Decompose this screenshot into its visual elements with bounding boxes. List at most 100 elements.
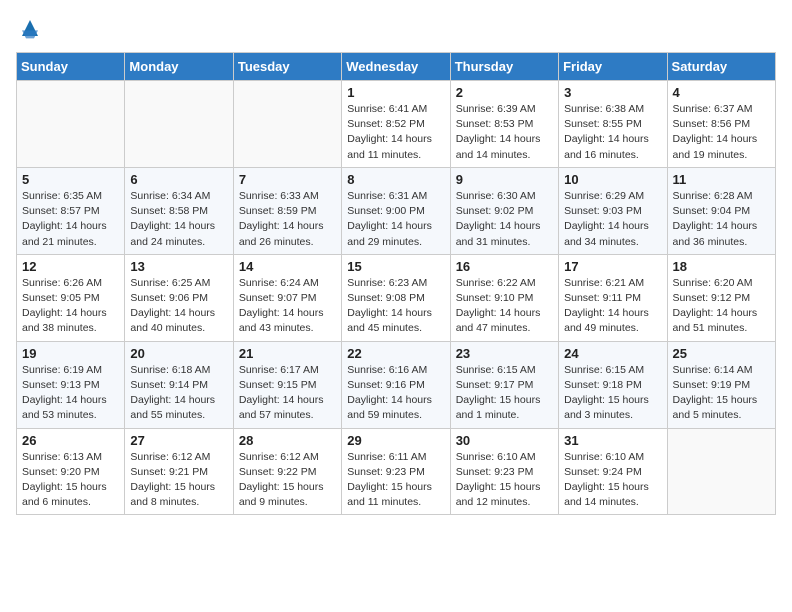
calendar-cell: 8 Sunrise: 6:31 AM Sunset: 9:00 PM Daylig… <box>342 167 450 254</box>
day-of-week-header: Tuesday <box>233 53 341 81</box>
calendar-cell: 19 Sunrise: 6:19 AM Sunset: 9:13 PM Dayli… <box>17 341 125 428</box>
calendar-body: 1 Sunrise: 6:41 AM Sunset: 8:52 PM Daylig… <box>17 81 776 515</box>
day-number: 30 <box>456 433 553 448</box>
day-info: Sunrise: 6:12 AM Sunset: 9:21 PM Dayligh… <box>130 450 227 511</box>
day-number: 21 <box>239 346 336 361</box>
day-info: Sunrise: 6:39 AM Sunset: 8:53 PM Dayligh… <box>456 102 553 163</box>
calendar-cell: 22Sunrise: 6:16 AM Sunset: 9:16 PM Dayli… <box>342 341 450 428</box>
day-info: Sunrise: 6:13 AM Sunset: 9:20 PM Dayligh… <box>22 450 119 511</box>
calendar-cell: 29Sunrise: 6:11 AM Sunset: 9:23 PM Dayli… <box>342 428 450 515</box>
calendar-cell: 3 Sunrise: 6:38 AM Sunset: 8:55 PM Daylig… <box>559 81 667 168</box>
day-info: Sunrise: 6:20 AM Sunset: 9:12 PM Dayligh… <box>673 276 770 337</box>
day-number: 31 <box>564 433 661 448</box>
calendar-week-row: 26 Sunrise: 6:13 AM Sunset: 9:20 PM Dayli… <box>17 428 776 515</box>
day-number: 6 <box>130 172 227 187</box>
day-info: Sunrise: 6:33 AM Sunset: 8:59 PM Dayligh… <box>239 189 336 250</box>
day-number: 9 <box>456 172 553 187</box>
day-number: 17 <box>564 259 661 274</box>
day-number: 24 <box>564 346 661 361</box>
calendar-cell: 28 Sunrise: 6:12 AM Sunset: 9:22 PM Dayli… <box>233 428 341 515</box>
day-info: Sunrise: 6:34 AM Sunset: 8:58 PM Dayligh… <box>130 189 227 250</box>
calendar-cell: 24 Sunrise: 6:15 AM Sunset: 9:18 PM Dayli… <box>559 341 667 428</box>
calendar-cell: 1 Sunrise: 6:41 AM Sunset: 8:52 PM Daylig… <box>342 81 450 168</box>
calendar-week-row: 1 Sunrise: 6:41 AM Sunset: 8:52 PM Daylig… <box>17 81 776 168</box>
day-info: Sunrise: 6:31 AM Sunset: 9:00 PM Dayligh… <box>347 189 444 250</box>
calendar-cell: 4 Sunrise: 6:37 AM Sunset: 8:56 PM Daylig… <box>667 81 775 168</box>
day-number: 4 <box>673 85 770 100</box>
day-info: Sunrise: 6:26 AM Sunset: 9:05 PM Dayligh… <box>22 276 119 337</box>
day-number: 18 <box>673 259 770 274</box>
day-info: Sunrise: 6:24 AM Sunset: 9:07 PM Dayligh… <box>239 276 336 337</box>
day-info: Sunrise: 6:38 AM Sunset: 8:55 PM Dayligh… <box>564 102 661 163</box>
day-number: 12 <box>22 259 119 274</box>
calendar-cell: 30 Sunrise: 6:10 AM Sunset: 9:23 PM Dayli… <box>450 428 558 515</box>
calendar-cell: 27 Sunrise: 6:12 AM Sunset: 9:21 PM Dayli… <box>125 428 233 515</box>
logo <box>16 16 42 40</box>
day-of-week-header: Thursday <box>450 53 558 81</box>
day-number: 5 <box>22 172 119 187</box>
day-info: Sunrise: 6:10 AM Sunset: 9:23 PM Dayligh… <box>456 450 553 511</box>
logo-icon <box>18 16 42 40</box>
calendar-cell: 20 Sunrise: 6:18 AM Sunset: 9:14 PM Dayli… <box>125 341 233 428</box>
page-header <box>16 16 776 40</box>
day-info: Sunrise: 6:29 AM Sunset: 9:03 PM Dayligh… <box>564 189 661 250</box>
day-of-week-header: Sunday <box>17 53 125 81</box>
day-number: 2 <box>456 85 553 100</box>
calendar-cell: 23 Sunrise: 6:15 AM Sunset: 9:17 PM Dayli… <box>450 341 558 428</box>
day-of-week-header: Saturday <box>667 53 775 81</box>
calendar-cell: 10 Sunrise: 6:29 AM Sunset: 9:03 PM Dayli… <box>559 167 667 254</box>
day-info: Sunrise: 6:18 AM Sunset: 9:14 PM Dayligh… <box>130 363 227 424</box>
day-number: 8 <box>347 172 444 187</box>
calendar-cell: 25 Sunrise: 6:14 AM Sunset: 9:19 PM Dayli… <box>667 341 775 428</box>
calendar-cell: 17 Sunrise: 6:21 AM Sunset: 9:11 PM Dayli… <box>559 254 667 341</box>
day-info: Sunrise: 6:15 AM Sunset: 9:17 PM Dayligh… <box>456 363 553 424</box>
day-number: 25 <box>673 346 770 361</box>
calendar-cell <box>125 81 233 168</box>
calendar-table: SundayMondayTuesdayWednesdayThursdayFrid… <box>16 52 776 515</box>
day-of-week-header: Monday <box>125 53 233 81</box>
calendar-week-row: 19 Sunrise: 6:19 AM Sunset: 9:13 PM Dayli… <box>17 341 776 428</box>
calendar-week-row: 5Sunrise: 6:35 AM Sunset: 8:57 PM Daylig… <box>17 167 776 254</box>
calendar-cell: 7 Sunrise: 6:33 AM Sunset: 8:59 PM Daylig… <box>233 167 341 254</box>
calendar-cell <box>17 81 125 168</box>
day-info: Sunrise: 6:16 AM Sunset: 9:16 PM Dayligh… <box>347 363 444 424</box>
day-number: 23 <box>456 346 553 361</box>
day-number: 19 <box>22 346 119 361</box>
calendar-cell: 6 Sunrise: 6:34 AM Sunset: 8:58 PM Daylig… <box>125 167 233 254</box>
day-number: 29 <box>347 433 444 448</box>
day-number: 7 <box>239 172 336 187</box>
day-number: 10 <box>564 172 661 187</box>
day-info: Sunrise: 6:15 AM Sunset: 9:18 PM Dayligh… <box>564 363 661 424</box>
day-number: 20 <box>130 346 227 361</box>
day-info: Sunrise: 6:28 AM Sunset: 9:04 PM Dayligh… <box>673 189 770 250</box>
day-info: Sunrise: 6:25 AM Sunset: 9:06 PM Dayligh… <box>130 276 227 337</box>
day-info: Sunrise: 6:30 AM Sunset: 9:02 PM Dayligh… <box>456 189 553 250</box>
day-number: 1 <box>347 85 444 100</box>
day-number: 28 <box>239 433 336 448</box>
calendar-cell: 2 Sunrise: 6:39 AM Sunset: 8:53 PM Daylig… <box>450 81 558 168</box>
calendar-cell <box>233 81 341 168</box>
day-info: Sunrise: 6:10 AM Sunset: 9:24 PM Dayligh… <box>564 450 661 511</box>
day-info: Sunrise: 6:14 AM Sunset: 9:19 PM Dayligh… <box>673 363 770 424</box>
day-info: Sunrise: 6:23 AM Sunset: 9:08 PM Dayligh… <box>347 276 444 337</box>
day-number: 27 <box>130 433 227 448</box>
day-number: 16 <box>456 259 553 274</box>
day-info: Sunrise: 6:12 AM Sunset: 9:22 PM Dayligh… <box>239 450 336 511</box>
day-number: 14 <box>239 259 336 274</box>
calendar-cell: 5Sunrise: 6:35 AM Sunset: 8:57 PM Daylig… <box>17 167 125 254</box>
calendar-cell: 9 Sunrise: 6:30 AM Sunset: 9:02 PM Daylig… <box>450 167 558 254</box>
day-number: 3 <box>564 85 661 100</box>
day-number: 26 <box>22 433 119 448</box>
day-number: 15 <box>347 259 444 274</box>
calendar-cell: 26 Sunrise: 6:13 AM Sunset: 9:20 PM Dayli… <box>17 428 125 515</box>
day-info: Sunrise: 6:21 AM Sunset: 9:11 PM Dayligh… <box>564 276 661 337</box>
calendar-cell <box>667 428 775 515</box>
calendar-cell: 13 Sunrise: 6:25 AM Sunset: 9:06 PM Dayli… <box>125 254 233 341</box>
day-number: 13 <box>130 259 227 274</box>
day-info: Sunrise: 6:37 AM Sunset: 8:56 PM Dayligh… <box>673 102 770 163</box>
day-info: Sunrise: 6:22 AM Sunset: 9:10 PM Dayligh… <box>456 276 553 337</box>
day-info: Sunrise: 6:19 AM Sunset: 9:13 PM Dayligh… <box>22 363 119 424</box>
calendar-cell: 21Sunrise: 6:17 AM Sunset: 9:15 PM Dayli… <box>233 341 341 428</box>
day-info: Sunrise: 6:41 AM Sunset: 8:52 PM Dayligh… <box>347 102 444 163</box>
calendar-cell: 15 Sunrise: 6:23 AM Sunset: 9:08 PM Dayli… <box>342 254 450 341</box>
